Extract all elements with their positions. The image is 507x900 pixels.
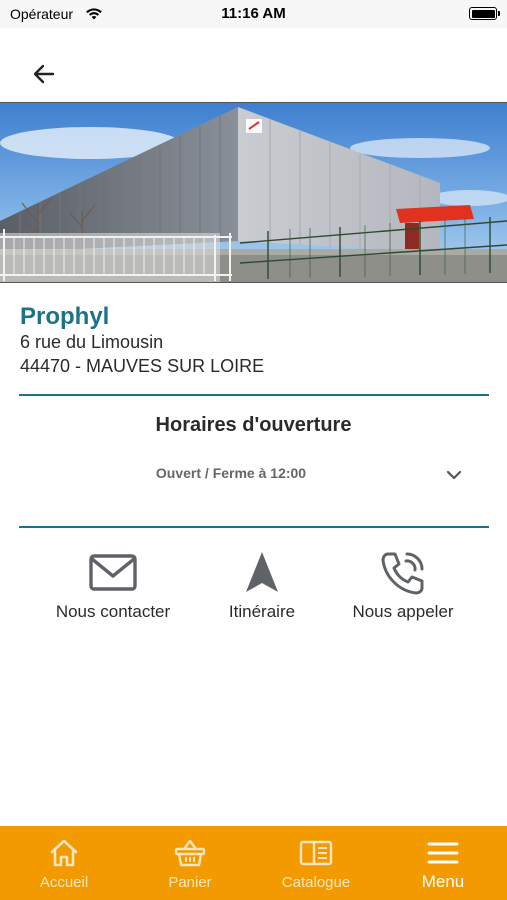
opening-hours-status[interactable]: Ouvert / Ferme à 12:00 bbox=[0, 465, 462, 481]
navigation-arrow-icon bbox=[246, 552, 278, 592]
store-street-address: 6 rue du Limousin bbox=[20, 332, 164, 352]
store-city-line: 44470 - MAUVES SUR LOIRE bbox=[20, 356, 265, 376]
arrow-left-icon bbox=[33, 64, 55, 84]
tab-catalog-label: Catalogue bbox=[281, 874, 351, 891]
tab-cart-label: Panier bbox=[168, 874, 212, 891]
basket-icon bbox=[174, 839, 206, 867]
phone-call-icon bbox=[381, 552, 424, 595]
store-name: Prophyl bbox=[20, 303, 110, 330]
directions-label: Itinéraire bbox=[228, 602, 296, 621]
chevron-down-icon bbox=[446, 470, 462, 480]
contact-us-label: Nous contacter bbox=[55, 602, 171, 621]
back-button[interactable] bbox=[26, 56, 62, 92]
tab-menu-label: Menu bbox=[421, 872, 465, 891]
hamburger-menu-icon bbox=[427, 842, 459, 864]
opening-hours-title: Horaires d'ouverture bbox=[155, 414, 352, 436]
clock: 11:16 AM bbox=[221, 5, 286, 22]
bottom-tab-bar: Accueil Panier Catalogue Menu bbox=[0, 826, 507, 900]
contact-us-button[interactable]: Nous contacter bbox=[38, 550, 188, 626]
status-bar: Opérateur 11:16 AM bbox=[0, 0, 507, 28]
tab-catalog[interactable]: Catalogue bbox=[253, 826, 379, 900]
directions-button[interactable]: Itinéraire bbox=[187, 550, 337, 626]
book-icon bbox=[299, 840, 333, 866]
mail-icon bbox=[89, 554, 137, 591]
divider bbox=[19, 526, 489, 528]
battery-icon bbox=[469, 7, 500, 20]
home-icon bbox=[50, 839, 78, 867]
divider bbox=[19, 394, 489, 396]
expand-hours-button[interactable] bbox=[442, 463, 466, 487]
call-us-button[interactable]: Nous appeler bbox=[328, 550, 478, 626]
tab-home[interactable]: Accueil bbox=[1, 826, 127, 900]
tab-menu[interactable]: Menu bbox=[380, 826, 506, 900]
tab-cart[interactable]: Panier bbox=[127, 826, 253, 900]
store-photo bbox=[0, 102, 507, 283]
call-us-label: Nous appeler bbox=[352, 602, 454, 621]
tab-home-label: Accueil bbox=[39, 874, 89, 891]
